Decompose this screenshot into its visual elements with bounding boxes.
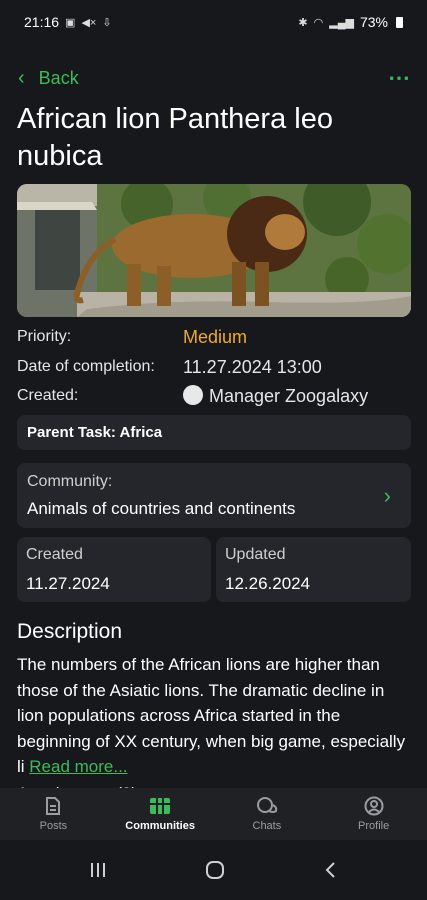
- download-notification-icon: ⇩: [102, 16, 112, 29]
- battery-icon: [396, 16, 403, 28]
- status-bar: 21:16 ▣ ◀× ⇩ ✱ ◠ ▂▄▆ 73%: [0, 0, 427, 44]
- communities-icon: [150, 798, 171, 814]
- priority-label: Priority:: [17, 328, 72, 345]
- read-more-link[interactable]: Read more...: [29, 757, 127, 776]
- nav-profile[interactable]: Profile: [320, 788, 427, 840]
- chevron-left-icon: ‹: [18, 66, 25, 89]
- description-text: The numbers of the African lions are hig…: [17, 652, 412, 780]
- status-time: 21:16: [24, 14, 60, 30]
- nav-communities-label: Communities: [125, 820, 195, 832]
- created-date-card: Created 11.27.2024: [17, 537, 211, 602]
- nav-profile-label: Profile: [358, 820, 390, 832]
- top-bar: ‹ Back ⋯: [0, 62, 427, 94]
- nav-chats-label: Chats: [252, 820, 282, 832]
- lion-photo[interactable]: [17, 184, 411, 317]
- system-nav-bar: [0, 840, 427, 900]
- nav-posts-label: Posts: [39, 820, 68, 832]
- home-icon[interactable]: [204, 859, 226, 881]
- updated-date-label: Updated: [225, 546, 286, 563]
- gallery-notification-icon: ▣: [65, 16, 76, 29]
- updated-date-value: 12.26.2024: [225, 574, 311, 593]
- status-left: 21:16 ▣ ◀× ⇩: [24, 14, 112, 30]
- system-back-icon[interactable]: [323, 860, 339, 880]
- parent-task-card[interactable]: Parent Task: Africa: [17, 415, 411, 450]
- recent-apps-icon[interactable]: [88, 861, 108, 879]
- creator[interactable]: Manager Zoogalaxy: [183, 385, 369, 407]
- community-card[interactable]: Community: Animals of countries and cont…: [17, 463, 411, 528]
- battery-percent: 73%: [359, 14, 388, 30]
- completion-value: 11.27.2024 13:00: [183, 357, 322, 377]
- back-button[interactable]: ‹ Back: [18, 67, 79, 90]
- created-by-label: Created:: [17, 387, 79, 404]
- wifi-icon: ◠: [313, 16, 324, 29]
- signal-icon: ▂▄▆: [329, 16, 354, 29]
- nav-communities[interactable]: Communities: [107, 788, 214, 840]
- completion-label: Date of completion:: [17, 358, 155, 375]
- avatar: [183, 385, 203, 406]
- nav-posts[interactable]: Posts: [0, 788, 107, 840]
- lion-photo-illustration: [17, 184, 411, 317]
- bluetooth-icon: ✱: [298, 16, 308, 29]
- priority-value: Medium: [183, 327, 248, 347]
- nav-chats[interactable]: Chats: [214, 788, 321, 840]
- chevron-right-icon: ›: [383, 483, 391, 508]
- status-right: ✱ ◠ ▂▄▆ 73%: [298, 14, 403, 30]
- creator-name: Manager Zoogalaxy: [209, 386, 369, 406]
- profile-icon: [364, 796, 384, 816]
- back-label: Back: [38, 67, 79, 88]
- created-date-value: 11.27.2024: [26, 574, 110, 593]
- community-value: Animals of countries and continents: [27, 499, 296, 518]
- mute-icon: ◀×: [81, 16, 97, 29]
- community-label: Community:: [27, 473, 113, 490]
- updated-date-card: Updated 12.26.2024: [216, 537, 411, 602]
- created-date-label: Created: [26, 546, 83, 563]
- page-title: African lion Panthera leo nubica: [17, 103, 333, 172]
- parent-task-text: Parent Task: Africa: [27, 424, 163, 441]
- posts-icon: [46, 797, 61, 815]
- description-heading: Description: [17, 620, 123, 643]
- more-options-icon[interactable]: ⋯: [388, 65, 411, 91]
- chats-icon: [256, 797, 278, 813]
- bottom-nav: Posts Communities Chats Profile: [0, 788, 427, 840]
